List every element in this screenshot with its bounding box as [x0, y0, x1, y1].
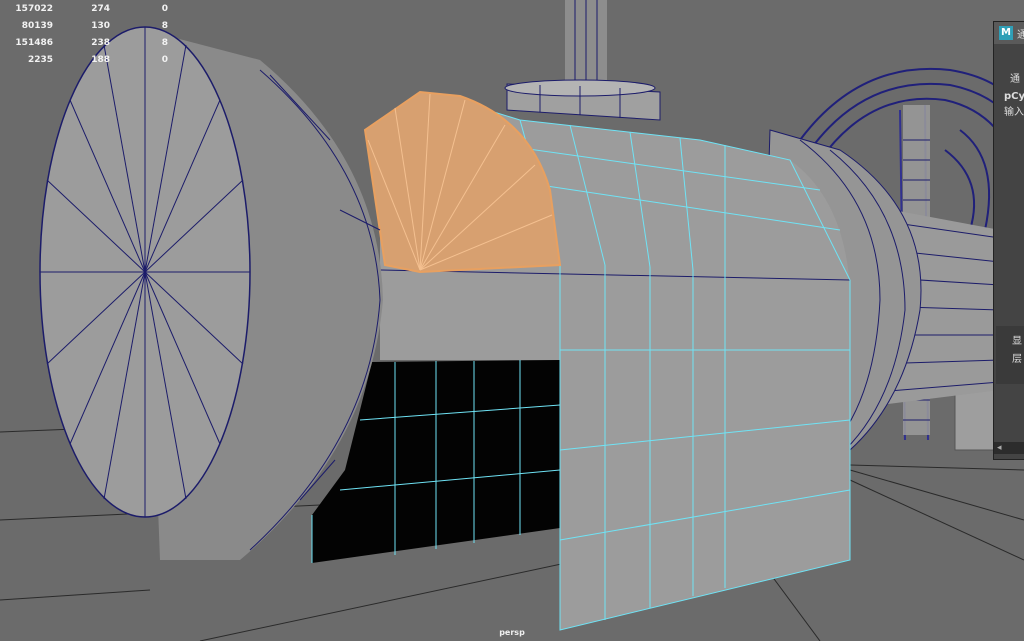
display-tab[interactable]: 显: [1012, 332, 1022, 347]
hud-row: 80139 130 8: [0, 21, 180, 38]
display-layer-section: 显 层: [996, 326, 1024, 384]
horizontal-scrollbar[interactable]: ◂: [994, 442, 1024, 454]
poly-count-hud: 157022 274 0 80139 130 8 151486 238 8 22…: [0, 4, 180, 72]
maya-logo-icon: M: [999, 26, 1013, 40]
chimney-pipe: [565, 0, 607, 84]
channel-box-panel[interactable]: M 通 通 pCy 输入 显 层 ◂: [993, 21, 1024, 460]
hud-value: 8: [161, 21, 168, 31]
hud-value: 0: [161, 55, 168, 65]
hud-value: 0: [161, 4, 168, 14]
hud-value: 188: [91, 55, 110, 65]
panel-title: 通: [1017, 30, 1024, 41]
scene-canvas[interactable]: [0, 0, 1024, 641]
hud-value: 157022: [15, 4, 53, 14]
inputs-label[interactable]: 输入: [1004, 103, 1024, 118]
hud-value: 274: [91, 4, 110, 14]
panel-tab-label[interactable]: 通: [1010, 70, 1020, 85]
scroll-left-icon[interactable]: ◂: [997, 442, 1002, 454]
layer-tab[interactable]: 层: [1012, 350, 1022, 365]
panel-titlebar[interactable]: M 通: [994, 22, 1024, 44]
hud-row: 151486 238 8: [0, 38, 180, 55]
hud-value: 80139: [21, 21, 53, 31]
camera-name-label: persp: [499, 628, 525, 637]
hud-value: 8: [161, 38, 168, 48]
hud-value: 130: [91, 21, 110, 31]
hud-row: 2235 188 0: [0, 55, 180, 72]
node-name[interactable]: pCy: [1004, 91, 1024, 102]
hud-value: 238: [91, 38, 110, 48]
hud-value: 2235: [27, 55, 53, 65]
hud-value: 151486: [15, 38, 53, 48]
hud-row: 157022 274 0: [0, 4, 180, 21]
perspective-viewport[interactable]: [0, 0, 1024, 641]
